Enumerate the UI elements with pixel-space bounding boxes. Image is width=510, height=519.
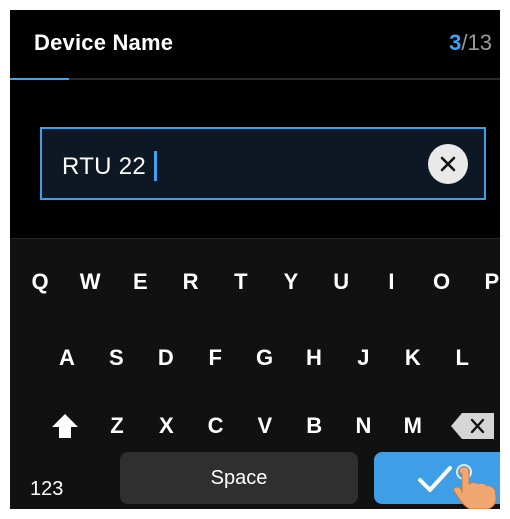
key-f[interactable]: F	[197, 338, 233, 378]
key-s[interactable]: S	[98, 338, 134, 378]
shift-arrow-icon	[52, 414, 78, 438]
key-v[interactable]: V	[247, 406, 283, 446]
key-u[interactable]: U	[323, 262, 359, 302]
progress-bar	[10, 78, 500, 80]
key-q[interactable]: Q	[22, 262, 58, 302]
key-r[interactable]: R	[173, 262, 209, 302]
device-name-field[interactable]: RTU 22	[40, 127, 486, 200]
key-g[interactable]: G	[247, 338, 283, 378]
key-c[interactable]: C	[198, 406, 234, 446]
backspace-key[interactable]	[450, 412, 496, 445]
key-t[interactable]: T	[223, 262, 259, 302]
step-counter: 3/13	[449, 30, 492, 56]
page-title: Device Name	[34, 30, 174, 55]
key-w[interactable]: W	[72, 262, 108, 302]
text-caret	[154, 151, 158, 181]
on-screen-keyboard: QWERTYUIOP ASDFGHJKL ZXCVBNM 123 Space	[10, 238, 500, 509]
device-name-input[interactable]: RTU 22	[62, 151, 158, 181]
key-m[interactable]: M	[395, 406, 431, 446]
input-value: RTU 22	[62, 153, 147, 180]
close-icon	[440, 156, 456, 172]
tap-hand-icon	[453, 464, 497, 509]
key-l[interactable]: L	[444, 338, 480, 378]
screen: Device Name 3/13 RTU 22 QWERTYUIOP ASDFG…	[10, 10, 500, 509]
numbers-key[interactable]: 123	[30, 471, 63, 507]
key-d[interactable]: D	[148, 338, 184, 378]
progress-fill	[10, 78, 69, 80]
keyboard-divider	[10, 238, 500, 239]
backspace-icon	[451, 413, 494, 439]
key-z[interactable]: Z	[99, 406, 135, 446]
key-e[interactable]: E	[122, 262, 158, 302]
key-k[interactable]: K	[395, 338, 431, 378]
key-y[interactable]: Y	[273, 262, 309, 302]
key-b[interactable]: B	[296, 406, 332, 446]
space-key[interactable]: Space	[120, 452, 358, 504]
key-a[interactable]: A	[49, 338, 85, 378]
key-i[interactable]: I	[373, 262, 409, 302]
shift-key[interactable]	[50, 412, 80, 445]
header: Device Name 3/13	[10, 10, 500, 78]
clear-button[interactable]	[428, 144, 468, 184]
key-h[interactable]: H	[296, 338, 332, 378]
keyboard-row-2: ASDFGHJKL	[10, 338, 500, 378]
key-j[interactable]: J	[345, 338, 381, 378]
step-current: 3	[449, 30, 462, 55]
keyboard-row-3: ZXCVBNM	[10, 406, 500, 446]
step-total: /13	[461, 30, 492, 55]
keyboard-row-1: QWERTYUIOP	[10, 262, 500, 302]
key-o[interactable]: O	[424, 262, 460, 302]
key-n[interactable]: N	[346, 406, 382, 446]
key-x[interactable]: X	[148, 406, 184, 446]
key-p[interactable]: P	[474, 262, 500, 302]
